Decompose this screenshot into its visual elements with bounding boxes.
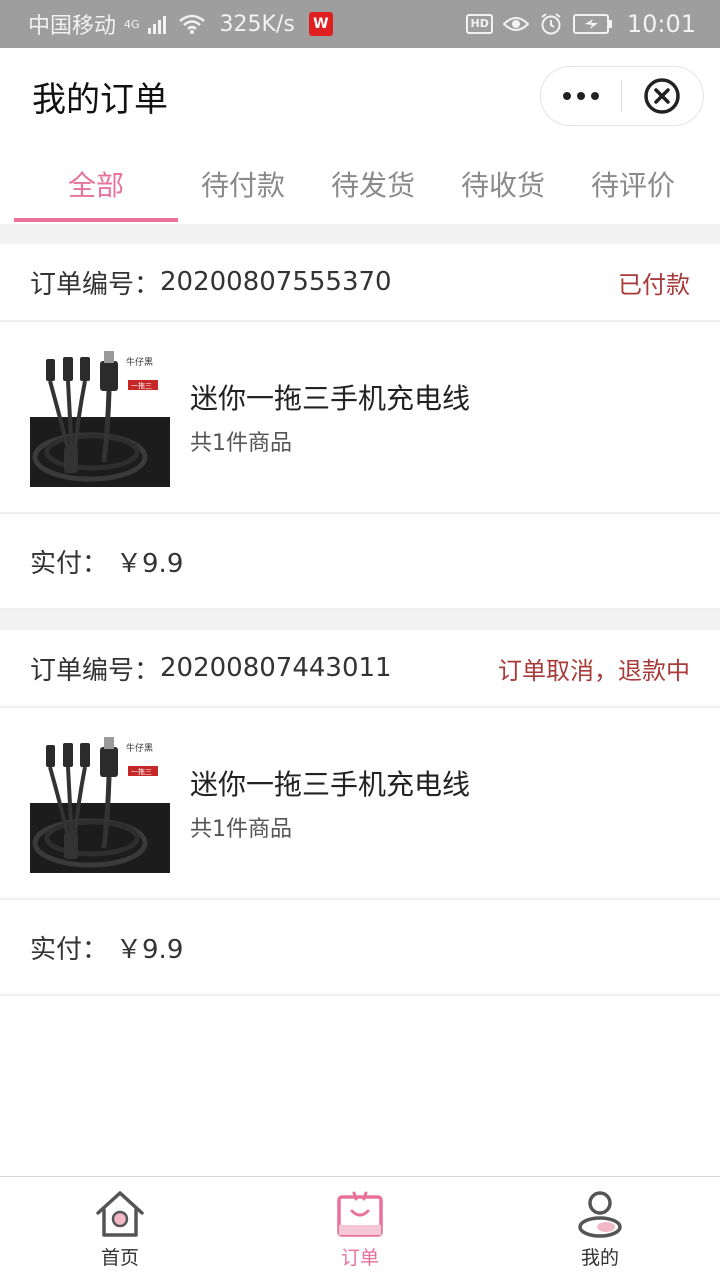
thumb-tag-text: 一拖三	[131, 767, 152, 776]
order-header: 订单编号： 20200807555370 已付款	[0, 244, 720, 322]
order-card[interactable]: 订单编号： 20200807443011 订单取消，退款中 牛仔黑 一拖三 迷你…	[0, 630, 720, 996]
thumb-brand-text: 牛仔黑	[126, 742, 153, 753]
eye-icon	[502, 17, 529, 31]
order-status: 已付款	[618, 270, 690, 299]
carrier-label: 中国移动	[28, 14, 117, 39]
order-footer: 实付： ￥9.9	[0, 514, 720, 610]
page-title: 我的订单	[32, 79, 168, 120]
order-product[interactable]: 牛仔黑 一拖三 迷你一拖三手机充电线 共1件商品	[0, 708, 720, 900]
tab-pending-payment[interactable]: 待付款	[178, 144, 308, 224]
order-number: 20200807443011	[160, 653, 392, 683]
wifi-icon	[178, 14, 205, 34]
order-footer: 实付： ￥9.9	[0, 900, 720, 996]
close-button[interactable]	[622, 67, 704, 125]
more-dot-icon	[562, 92, 571, 100]
tab-pending-review[interactable]: 待评价	[568, 144, 698, 224]
tab-all[interactable]: 全部	[14, 144, 178, 224]
product-thumbnail: 牛仔黑 一拖三	[30, 733, 170, 873]
paid-amount: ￥9.9	[116, 548, 184, 579]
navigation-bar: 我的订单	[0, 48, 720, 144]
network-type-label: 4G	[124, 18, 140, 31]
page: 中国移动 4G 325K/s W HD 10:01 我的订单 全部 待付款 待发…	[0, 0, 720, 1280]
product-name: 迷你一拖三手机充电线	[190, 768, 471, 801]
paid-amount: ￥9.9	[116, 934, 184, 965]
alarm-icon	[541, 13, 561, 35]
hd-badge: HD	[466, 14, 493, 34]
order-product[interactable]: 牛仔黑 一拖三 迷你一拖三手机充电线 共1件商品	[0, 322, 720, 514]
thumb-brand-text: 牛仔黑	[126, 356, 153, 367]
signal-icon	[147, 16, 166, 34]
order-card[interactable]: 订单编号： 20200807555370 已付款 牛仔黑 一拖三 迷你一拖三手机…	[0, 244, 720, 610]
tabbar-item-orders[interactable]: 订单	[240, 1177, 480, 1280]
tabbar-item-home[interactable]: 首页	[0, 1177, 240, 1280]
order-filter-tabs: 全部 待付款 待发货 待收货 待评价	[0, 144, 720, 224]
product-thumbnail: 牛仔黑 一拖三	[30, 347, 170, 487]
tabbar-label: 首页	[100, 1247, 139, 1269]
more-dot-icon	[576, 92, 585, 100]
tabbar-item-profile[interactable]: 我的	[480, 1177, 720, 1280]
network-speed: 325K/s	[219, 11, 295, 37]
clock: 10:01	[626, 10, 696, 38]
more-button[interactable]	[541, 67, 621, 125]
order-number-label: 订单编号：	[30, 269, 161, 300]
order-number-label: 订单编号：	[30, 655, 161, 686]
order-list: 订单编号： 20200807555370 已付款 牛仔黑 一拖三 迷你一拖三手机…	[0, 224, 720, 996]
battery-icon	[572, 14, 612, 34]
product-count: 共1件商品	[190, 817, 292, 842]
list-divider	[0, 610, 720, 630]
app-notification-icon: W	[308, 12, 333, 36]
status-bar: 中国移动 4G 325K/s W HD 10:01	[0, 0, 720, 48]
profile-icon	[578, 1191, 622, 1238]
order-icon	[337, 1191, 383, 1237]
list-divider	[0, 224, 720, 244]
order-number: 20200807555370	[160, 267, 392, 297]
close-icon	[644, 78, 681, 114]
mini-program-capsule	[540, 66, 704, 126]
tab-pending-shipment[interactable]: 待发货	[308, 144, 438, 224]
home-icon	[96, 1191, 144, 1237]
paid-label: 实付：	[30, 548, 109, 579]
paid-label: 实付：	[30, 934, 109, 965]
product-count: 共1件商品	[190, 431, 292, 456]
tabbar-label: 我的	[580, 1247, 619, 1269]
order-status: 订单取消，退款中	[498, 656, 690, 685]
order-header: 订单编号： 20200807443011 订单取消，退款中	[0, 630, 720, 708]
tabbar-label: 订单	[340, 1247, 379, 1269]
bottom-tab-bar: 首页 订单 我的	[0, 1176, 720, 1280]
tab-pending-receipt[interactable]: 待收货	[438, 144, 568, 224]
thumb-tag-text: 一拖三	[131, 381, 152, 390]
product-name: 迷你一拖三手机充电线	[190, 382, 471, 415]
more-dot-icon	[590, 92, 599, 100]
